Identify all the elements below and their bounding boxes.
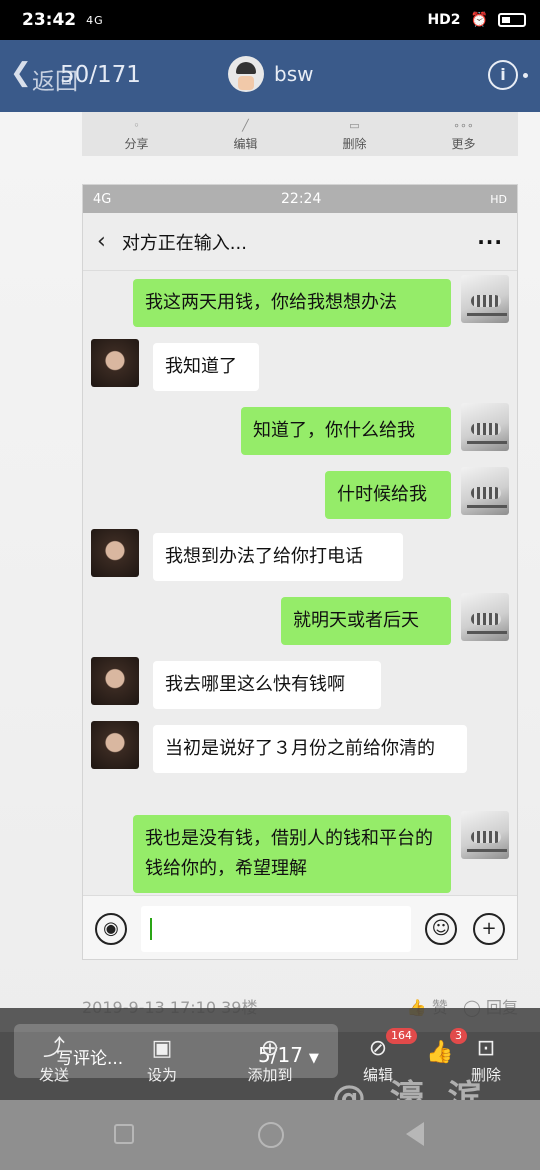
message-bubble-sent: 什时候给我 <box>325 471 451 519</box>
hd-label: HD2 <box>427 12 461 28</box>
home-icon[interactable] <box>258 1122 284 1148</box>
info-button[interactable]: i <box>488 60 518 90</box>
voice-icon[interactable]: ◉ <box>95 913 127 945</box>
chat-status-time: 22:24 <box>281 191 322 207</box>
chat-header: ‹ 对方正在输入... ··· <box>83 213 517 271</box>
message-bubble-received: 我想到办法了给你打电话 <box>153 533 403 581</box>
edit-icon: ╱ <box>242 119 249 132</box>
back-icon[interactable] <box>406 1122 424 1146</box>
avatar[interactable] <box>461 811 509 859</box>
alarm-icon: ⏰ <box>470 12 488 28</box>
edit-count-badge: 164 <box>386 1028 417 1044</box>
text-cursor <box>150 918 152 940</box>
message-bubble-sent: 就明天或者后天 <box>281 597 451 645</box>
battery-icon <box>498 13 526 27</box>
signal-indicator: 4G <box>86 13 104 27</box>
send-label: 发送 <box>38 1066 69 1084</box>
username[interactable]: bsw <box>274 62 313 86</box>
share-button[interactable]: ◦ 分享 <box>124 119 149 152</box>
status-icons: HD2 ⏰ <box>427 12 526 28</box>
avatar[interactable] <box>461 403 509 451</box>
plus-icon[interactable]: + <box>473 913 505 945</box>
system-nav-bar <box>0 1100 540 1170</box>
chevron-left-icon[interactable]: ‹ <box>97 229 106 254</box>
edit-label: 编辑 <box>233 137 258 151</box>
avatar[interactable] <box>91 339 139 387</box>
chat-status-network: 4G <box>93 191 112 207</box>
avatar[interactable] <box>228 56 264 92</box>
avatar[interactable] <box>461 593 509 641</box>
send-button[interactable]: ⤴ 发送 <box>14 1034 94 1085</box>
message-bubble-sent: 我也是没有钱，借别人的钱和平台的钱给你的，希望理解 <box>133 815 451 893</box>
set-as-button[interactable]: ▣ 设为 <box>122 1034 202 1085</box>
more-dots-icon[interactable]: ··· <box>477 230 503 254</box>
delete-button[interactable]: ▭ 删除 <box>342 119 367 152</box>
avatar[interactable] <box>461 275 509 323</box>
message-bubble-received: 我知道了 <box>153 343 259 391</box>
status-bar: 23:42 4G HD2 ⏰ <box>0 0 540 40</box>
chat-title: 对方正在输入... <box>121 232 247 254</box>
image-icon: ▣ <box>151 1036 173 1061</box>
thumbs-up-icon[interactable]: 👍 <box>426 1040 453 1065</box>
more-icon: ∘∘∘ <box>453 119 474 132</box>
avatar[interactable] <box>91 657 139 705</box>
chat-screenshot[interactable]: 4G 22:24 HD ‹ 对方正在输入... ··· 我这两天用钱，你给我想想… <box>82 184 518 960</box>
share-icon: ◦ <box>133 119 140 132</box>
send-icon: ⤴ <box>42 1036 65 1061</box>
action-bar: ◦ 分享 ╱ 编辑 ▭ 删除 ∘∘∘ 更多 <box>82 112 518 156</box>
add-to-button[interactable]: ⊕ 添加到 <box>230 1034 310 1085</box>
delete-label: 删除 <box>342 137 367 151</box>
edit-button[interactable]: ╱ 编辑 <box>233 119 258 152</box>
chat-status-bar: 4G 22:24 HD <box>83 185 517 213</box>
status-time: 23:42 <box>22 10 77 30</box>
chat-input-bar: ◉ ☺ + <box>83 895 517 959</box>
chevron-down-icon: ▼ <box>308 1051 319 1066</box>
add-icon: ⊕ <box>260 1036 280 1061</box>
avatar[interactable] <box>461 467 509 515</box>
message-bubble-sent: 我这两天用钱，你给我想想办法 <box>133 279 451 327</box>
more-label: 更多 <box>451 137 476 151</box>
like-count-badge: 3 <box>450 1028 467 1044</box>
trash-icon: ▭ <box>349 119 360 132</box>
message-bubble-sent: 知道了，你什么给我 <box>241 407 451 455</box>
share-label: 分享 <box>124 137 149 151</box>
message-bubble-received: 当初是说好了３月份之前给你清的 <box>153 725 467 773</box>
info-dot-icon <box>523 73 528 78</box>
chat-status-hd: HD <box>490 192 507 206</box>
emoji-icon[interactable]: ☺ <box>425 913 457 945</box>
avatar[interactable] <box>91 721 139 769</box>
image-counter: 50/171 <box>60 62 141 88</box>
add-to-label: 添加到 <box>247 1066 293 1084</box>
recent-apps-icon[interactable] <box>114 1124 134 1144</box>
content-panel: ◦ 分享 ╱ 编辑 ▭ 删除 ∘∘∘ 更多 4G 22:24 HD ‹ 对方正在… <box>0 112 540 1032</box>
message-input[interactable] <box>141 906 411 952</box>
set-as-label: 设为 <box>146 1066 177 1084</box>
top-nav: ❮ 返回 50/171 bsw i <box>0 40 540 112</box>
more-button[interactable]: ∘∘∘ 更多 <box>451 119 476 152</box>
user-info[interactable]: bsw <box>228 56 313 92</box>
message-bubble-received: 我去哪里这么快有钱啊 <box>153 661 381 709</box>
avatar[interactable] <box>91 529 139 577</box>
back-arrow-icon[interactable]: ❮ <box>10 58 32 88</box>
